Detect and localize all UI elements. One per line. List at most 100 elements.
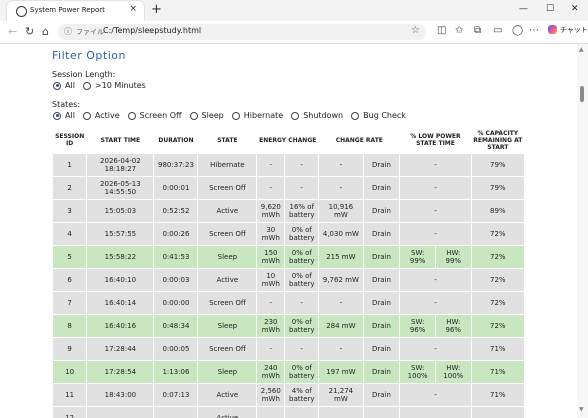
cell-mode: Drain — [363, 384, 400, 406]
cell-battery-percent: - — [285, 154, 319, 176]
collections-icon[interactable]: ⧉ — [474, 25, 481, 36]
minimize-icon[interactable]: — — [519, 4, 528, 14]
cell-change-rate: 197 mW — [319, 361, 363, 383]
copilot-icon[interactable] — [548, 25, 557, 34]
states-label: States: — [52, 100, 81, 109]
cell-start-time: 17:28:54 — [87, 361, 154, 383]
radio-button[interactable] — [231, 111, 240, 120]
session-option-all[interactable]: All — [53, 81, 75, 90]
table-row: 4 15:57:55 0:00:26 Screen Off 30 mWh 0% of ba… — [53, 223, 524, 245]
cell-state: Sleep — [198, 315, 257, 337]
cell-sw-low-power — [400, 407, 471, 418]
state-option-sleep[interactable]: Sleep — [189, 111, 224, 120]
cell-change-rate: 4,030 mW — [319, 223, 363, 245]
cell-energy: - — [257, 338, 285, 360]
cell-state: Screen Off — [198, 223, 257, 245]
vertical-scrollbar[interactable]: ▲ ▼ — [577, 44, 588, 418]
radio-button[interactable] — [127, 111, 136, 120]
header-capacity-remaining: % CAPACITY REMAINING AT START — [471, 127, 524, 153]
cell-capacity: 79% — [471, 154, 524, 176]
maximize-icon[interactable]: ☐ — [546, 4, 554, 14]
cell-duration — [154, 407, 198, 418]
copilot-label[interactable]: チャット — [560, 25, 588, 35]
header-state: STATE — [198, 127, 257, 153]
back-icon[interactable]: ← — [8, 25, 17, 38]
start-time: 15:05:03 — [104, 207, 137, 215]
cell-state: Active — [198, 269, 257, 291]
cell-sw-low-power: - — [400, 177, 471, 199]
cell-start-time: 16:40:10 — [87, 269, 154, 291]
radio-button[interactable] — [53, 111, 61, 120]
scroll-down-icon[interactable]: ▼ — [579, 406, 584, 413]
start-time: 15:58:22 — [104, 253, 137, 261]
radio-button[interactable] — [351, 111, 360, 120]
cell-change-rate: 215 mW — [319, 246, 363, 268]
cell-state: Active — [198, 407, 257, 418]
address-url[interactable]: C:/Temp/sleepstudy.html — [103, 26, 201, 35]
home-icon[interactable]: ⌂ — [42, 25, 49, 38]
refresh-icon[interactable]: ↻ — [25, 25, 34, 38]
cell-mode: Drain — [363, 200, 400, 222]
state-option-screen-off[interactable]: Screen Off — [127, 111, 182, 120]
header-start-time: START TIME — [87, 127, 154, 153]
split-screen-icon[interactable]: ◫ — [437, 25, 446, 36]
cell-state: Screen Off — [198, 292, 257, 314]
favorite-star-icon[interactable]: ☆ — [411, 25, 420, 36]
scroll-up-icon[interactable]: ▲ — [579, 46, 584, 53]
close-tab-icon[interactable]: × — [129, 4, 137, 14]
profile-icon[interactable]: ◯ — [512, 25, 523, 36]
radio-button[interactable] — [189, 111, 198, 120]
cell-session-id: 12 — [53, 407, 87, 418]
cell-start-time: 2026-05-13 14:55:50 — [87, 177, 154, 199]
cell-state: Sleep — [198, 361, 257, 383]
cell-start-time: 2026-04-02 18:18:27 — [87, 154, 154, 176]
start-date: 2026-05-13 — [100, 180, 141, 188]
state-option-shutdown[interactable]: Shutdown — [291, 111, 343, 120]
state-option-hibernate[interactable]: Hibernate — [231, 111, 283, 120]
cell-session-id: 7 — [53, 292, 87, 314]
cell-energy: - — [257, 154, 285, 176]
radio-button[interactable] — [53, 81, 61, 90]
state-option-bug-check[interactable]: Bug Check — [351, 111, 406, 120]
cell-energy: 240 mWh — [257, 361, 285, 383]
cell-sw-low-power: - — [400, 338, 471, 360]
tab-system-power-report[interactable]: System Power Report × — [7, 1, 144, 21]
close-window-icon[interactable]: ✕ — [571, 4, 579, 14]
header-energy-change: ENERGY CHANGE — [257, 127, 319, 153]
cell-energy: 10 mWh — [257, 269, 285, 291]
scrollbar-thumb[interactable] — [580, 86, 584, 102]
state-option-active[interactable]: Active — [82, 111, 120, 120]
new-tab-button[interactable]: + — [151, 2, 162, 17]
radio-button[interactable] — [82, 111, 91, 120]
radio-button[interactable] — [291, 111, 300, 120]
info-icon[interactable]: ⓘ — [64, 26, 72, 37]
radio-button[interactable] — [82, 81, 91, 90]
cell-battery-percent: - — [285, 292, 319, 314]
cell-change-rate: 9,762 mW — [319, 269, 363, 291]
cell-energy — [257, 407, 285, 418]
cell-session-id: 6 — [53, 269, 87, 291]
cell-mode: Drain — [363, 246, 400, 268]
favorites-icon[interactable]: ✩ — [455, 25, 463, 36]
cell-battery-percent: - — [285, 338, 319, 360]
cell-mode: Drain — [363, 338, 400, 360]
more-options-icon[interactable]: ⋯ — [529, 25, 539, 36]
cell-battery-percent: 0% of battery — [285, 223, 319, 245]
state-option-all[interactable]: All — [53, 111, 75, 120]
cell-battery-percent: 4% of battery — [285, 384, 319, 406]
cell-duration: 0:00:03 — [154, 269, 198, 291]
cell-change-rate: - — [319, 154, 363, 176]
cell-duration: 0:48:34 — [154, 315, 198, 337]
start-time: 17:28:44 — [104, 345, 137, 353]
table-body: 1 2026-04-02 18:18:27 980:37:23 Hibernate - - -… — [53, 154, 524, 418]
cell-capacity — [471, 407, 524, 418]
cell-battery-percent: - — [285, 177, 319, 199]
cell-capacity: 72% — [471, 223, 524, 245]
screenshot-icon[interactable]: ▭ — [493, 25, 502, 36]
start-time: 16:40:14 — [104, 299, 137, 307]
cell-session-id: 8 — [53, 315, 87, 337]
session-option-over-10-minutes[interactable]: >10 Minutes — [82, 81, 146, 90]
cell-sw-low-power: - — [400, 154, 471, 176]
cell-start-time: 16:40:16 — [87, 315, 154, 337]
address-bar[interactable]: ⓘ ファイル C:/Temp/sleepstudy.html ☆ — [58, 24, 426, 40]
